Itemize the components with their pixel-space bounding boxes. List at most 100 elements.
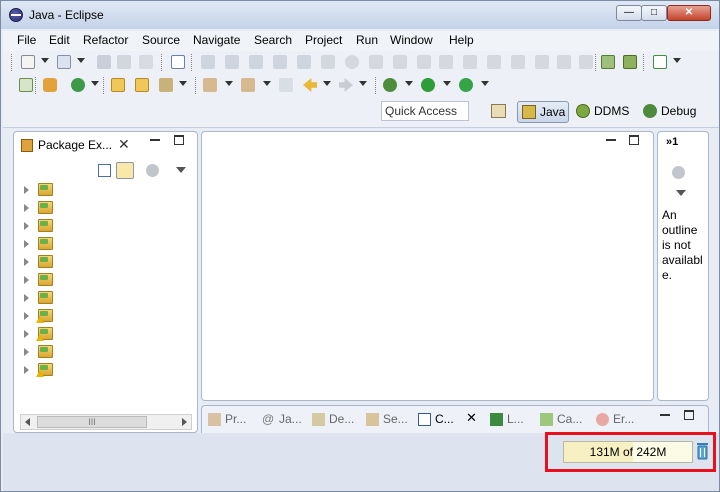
maximize-view-icon[interactable] (174, 135, 184, 145)
back-dropdown-icon[interactable] (323, 81, 331, 86)
back-icon[interactable] (303, 78, 317, 92)
minimize-button[interactable]: — (616, 5, 642, 21)
tab-logcat[interactable]: L... (488, 411, 524, 429)
run-icon[interactable] (421, 78, 435, 92)
close-tab-icon[interactable]: ✕ (118, 136, 130, 153)
debug-bug-icon[interactable] (383, 78, 397, 92)
expand-arrow-icon[interactable] (24, 204, 29, 212)
forward-dropdown-icon[interactable] (359, 81, 367, 86)
disconnect-icon[interactable] (417, 55, 431, 69)
prev-annotation-icon[interactable] (241, 78, 255, 92)
expand-arrow-icon[interactable] (24, 348, 29, 356)
save-all-icon[interactable] (117, 55, 131, 69)
menu-project[interactable]: Project (305, 33, 342, 47)
expand-arrow-icon[interactable] (24, 276, 29, 284)
minimize-bottom-icon[interactable] (660, 414, 670, 416)
perspective-ddms[interactable]: DDMS (572, 101, 634, 123)
save-icon[interactable] (97, 55, 111, 69)
menu-navigate[interactable]: Navigate (193, 33, 240, 47)
step-icon[interactable] (487, 55, 501, 69)
next-annotation-dropdown-icon[interactable] (225, 81, 233, 86)
android-avd-icon[interactable] (623, 55, 637, 69)
forward-icon[interactable] (339, 78, 353, 92)
tab-console[interactable]: C... (416, 411, 454, 429)
expand-arrow-icon[interactable] (24, 330, 29, 338)
maximize-editor-icon[interactable] (629, 135, 639, 145)
outline-chevron-down-icon[interactable] (676, 190, 686, 196)
view-overflow-button[interactable]: »1 (666, 136, 678, 148)
perspective-java[interactable]: Java (517, 101, 569, 123)
expand-arrow-icon[interactable] (24, 222, 29, 230)
new-window-icon[interactable] (57, 55, 71, 69)
new-class-dropdown-icon[interactable] (91, 81, 99, 86)
menu-edit[interactable]: Edit (49, 33, 70, 47)
last-edit-icon[interactable] (279, 78, 293, 92)
prev-annotation-dropdown-icon[interactable] (263, 81, 271, 86)
scroll-right-icon[interactable] (182, 418, 187, 426)
search-tool-icon[interactable] (159, 78, 173, 92)
step-icon[interactable] (439, 55, 453, 69)
menu-search[interactable]: Search (254, 33, 292, 47)
search-dropdown-icon[interactable] (179, 81, 187, 86)
tab-declaration[interactable]: De... (310, 411, 354, 429)
step-icon[interactable] (579, 55, 593, 69)
step-icon[interactable] (463, 55, 477, 69)
expand-arrow-icon[interactable] (24, 240, 29, 248)
menu-run[interactable]: Run (356, 33, 378, 47)
lint-dropdown-icon[interactable] (673, 58, 681, 63)
horizontal-scrollbar[interactable]: III (20, 414, 192, 430)
expand-arrow-icon[interactable] (24, 294, 29, 302)
minimize-editor-icon[interactable] (606, 139, 616, 141)
new-icon[interactable] (21, 55, 35, 69)
tab-error-log[interactable]: Er... (594, 411, 634, 429)
tab-javadoc[interactable]: @ Ja... (260, 411, 302, 429)
collapse-all-icon[interactable] (98, 164, 111, 177)
new-class-icon[interactable] (71, 78, 85, 92)
menu-help[interactable]: Help (449, 33, 474, 47)
android-sdk-icon[interactable] (601, 55, 615, 69)
debug-dropdown-icon[interactable] (405, 81, 413, 86)
scroll-left-icon[interactable] (25, 418, 30, 426)
debug-step-icon[interactable] (201, 55, 215, 69)
skip-breakpoints-icon[interactable] (171, 55, 185, 69)
outline-view-icon[interactable] (672, 166, 685, 179)
step-icon[interactable] (511, 55, 525, 69)
tab-call-hierarchy[interactable]: Ca... (538, 411, 582, 429)
link-with-editor-icon[interactable] (116, 162, 134, 179)
step-icon[interactable] (557, 55, 571, 69)
open-task-icon[interactable] (135, 78, 149, 92)
terminate-icon[interactable] (393, 55, 407, 69)
expand-arrow-icon[interactable] (24, 312, 29, 320)
new-package-icon[interactable] (43, 78, 57, 92)
close-button[interactable]: ✕ (667, 5, 711, 21)
expand-arrow-icon[interactable] (24, 186, 29, 194)
use-step-filters-icon[interactable] (321, 55, 335, 69)
tab-problems[interactable]: Pr... (206, 411, 246, 429)
debug-step-into-icon[interactable] (225, 55, 239, 69)
resume-icon[interactable] (345, 55, 359, 69)
run-external-dropdown-icon[interactable] (481, 81, 489, 86)
new-window-dropdown-icon[interactable] (77, 58, 85, 63)
expand-arrow-icon[interactable] (24, 366, 29, 374)
menu-window[interactable]: Window (390, 33, 433, 47)
menu-source[interactable]: Source (142, 33, 180, 47)
tab-package-explorer[interactable]: Package Ex... (18, 136, 112, 156)
print-icon[interactable] (139, 55, 153, 69)
scroll-thumb[interactable]: III (37, 416, 147, 428)
perspective-debug[interactable]: Debug (639, 101, 703, 123)
tab-search[interactable]: Se... (364, 411, 408, 429)
run-external-tool-icon[interactable] (459, 78, 473, 92)
android-project-icon[interactable] (19, 78, 33, 92)
open-perspective-icon[interactable] (491, 104, 506, 118)
menu-refactor[interactable]: Refactor (83, 33, 128, 47)
open-type-icon[interactable] (111, 78, 125, 92)
run-dropdown-icon[interactable] (443, 81, 451, 86)
debug-step-over-icon[interactable] (249, 55, 263, 69)
debug-drop-frame-icon[interactable] (297, 55, 311, 69)
close-console-tab-icon[interactable]: ✕ (466, 410, 477, 426)
view-menu-icon[interactable] (146, 164, 159, 177)
view-menu-chevron-down-icon[interactable] (176, 167, 186, 173)
suspend-icon[interactable] (369, 55, 383, 69)
next-annotation-icon[interactable] (203, 78, 217, 92)
minimize-view-icon[interactable] (150, 139, 160, 141)
